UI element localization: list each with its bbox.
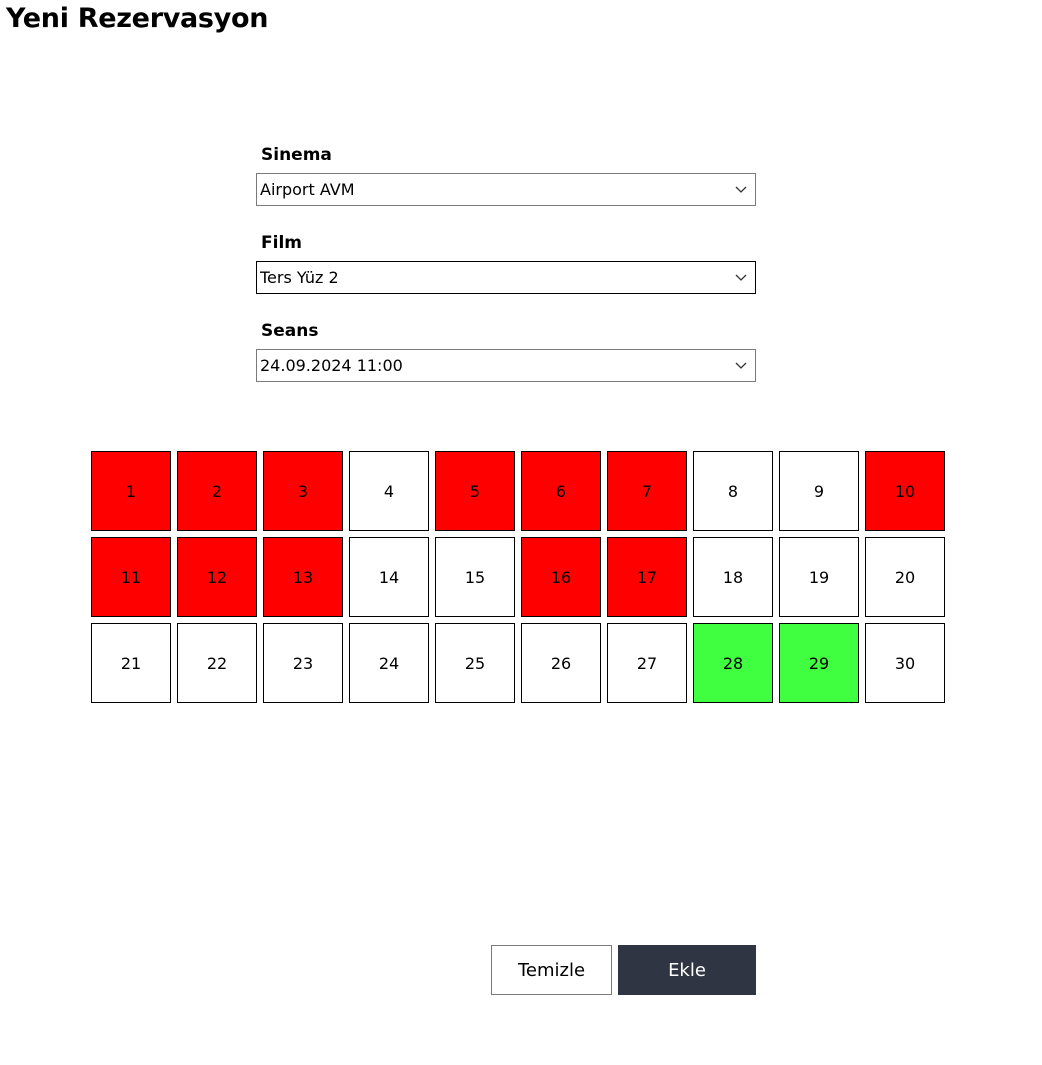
seat-button[interactable]: 18 xyxy=(693,537,773,617)
seat-button[interactable]: 24 xyxy=(349,623,429,703)
film-label: Film xyxy=(261,233,302,253)
seat-button[interactable]: 28 xyxy=(693,623,773,703)
session-select[interactable]: 24.09.2024 11:00 xyxy=(256,349,756,382)
seat-map: 1 2 3 4 5 6 7 8 9 10 11 12 13 14 15 16 17 18 19 20 21 22 23 24 2… xyxy=(91,451,945,703)
seat-button[interactable]: 2 xyxy=(177,451,257,531)
seat-button[interactable]: 13 xyxy=(263,537,343,617)
seat-button[interactable]: 8 xyxy=(693,451,773,531)
seat-button[interactable]: 17 xyxy=(607,537,687,617)
seat-button[interactable]: 14 xyxy=(349,537,429,617)
seat-button[interactable]: 22 xyxy=(177,623,257,703)
seat-button[interactable]: 15 xyxy=(435,537,515,617)
seat-button[interactable]: 30 xyxy=(865,623,945,703)
seat-button[interactable]: 7 xyxy=(607,451,687,531)
chevron-down-icon xyxy=(735,274,747,281)
seat-button[interactable]: 9 xyxy=(779,451,859,531)
seat-button[interactable]: 1 xyxy=(91,451,171,531)
film-select[interactable]: Ters Yüz 2 xyxy=(256,261,756,294)
seat-button[interactable]: 21 xyxy=(91,623,171,703)
seat-button[interactable]: 16 xyxy=(521,537,601,617)
seat-button[interactable]: 12 xyxy=(177,537,257,617)
add-button[interactable]: Ekle xyxy=(618,945,756,995)
cinema-label: Sinema xyxy=(261,145,332,165)
chevron-down-icon xyxy=(735,362,747,369)
seat-button[interactable]: 6 xyxy=(521,451,601,531)
film-select-value: Ters Yüz 2 xyxy=(260,268,339,287)
seat-button[interactable]: 4 xyxy=(349,451,429,531)
seat-button[interactable]: 27 xyxy=(607,623,687,703)
cinema-select[interactable]: Airport AVM xyxy=(256,173,756,206)
page-title: Yeni Rezervasyon xyxy=(6,3,269,34)
seat-button[interactable]: 19 xyxy=(779,537,859,617)
seat-button[interactable]: 25 xyxy=(435,623,515,703)
seat-button[interactable]: 3 xyxy=(263,451,343,531)
seat-button[interactable]: 10 xyxy=(865,451,945,531)
seat-button[interactable]: 23 xyxy=(263,623,343,703)
clear-button[interactable]: Temizle xyxy=(491,945,612,995)
chevron-down-icon xyxy=(735,186,747,193)
seat-button[interactable]: 29 xyxy=(779,623,859,703)
seat-button[interactable]: 26 xyxy=(521,623,601,703)
seat-button[interactable]: 20 xyxy=(865,537,945,617)
session-select-value: 24.09.2024 11:00 xyxy=(260,356,403,375)
session-label: Seans xyxy=(261,321,319,341)
seat-button[interactable]: 5 xyxy=(435,451,515,531)
cinema-select-value: Airport AVM xyxy=(260,180,355,199)
seat-button[interactable]: 11 xyxy=(91,537,171,617)
